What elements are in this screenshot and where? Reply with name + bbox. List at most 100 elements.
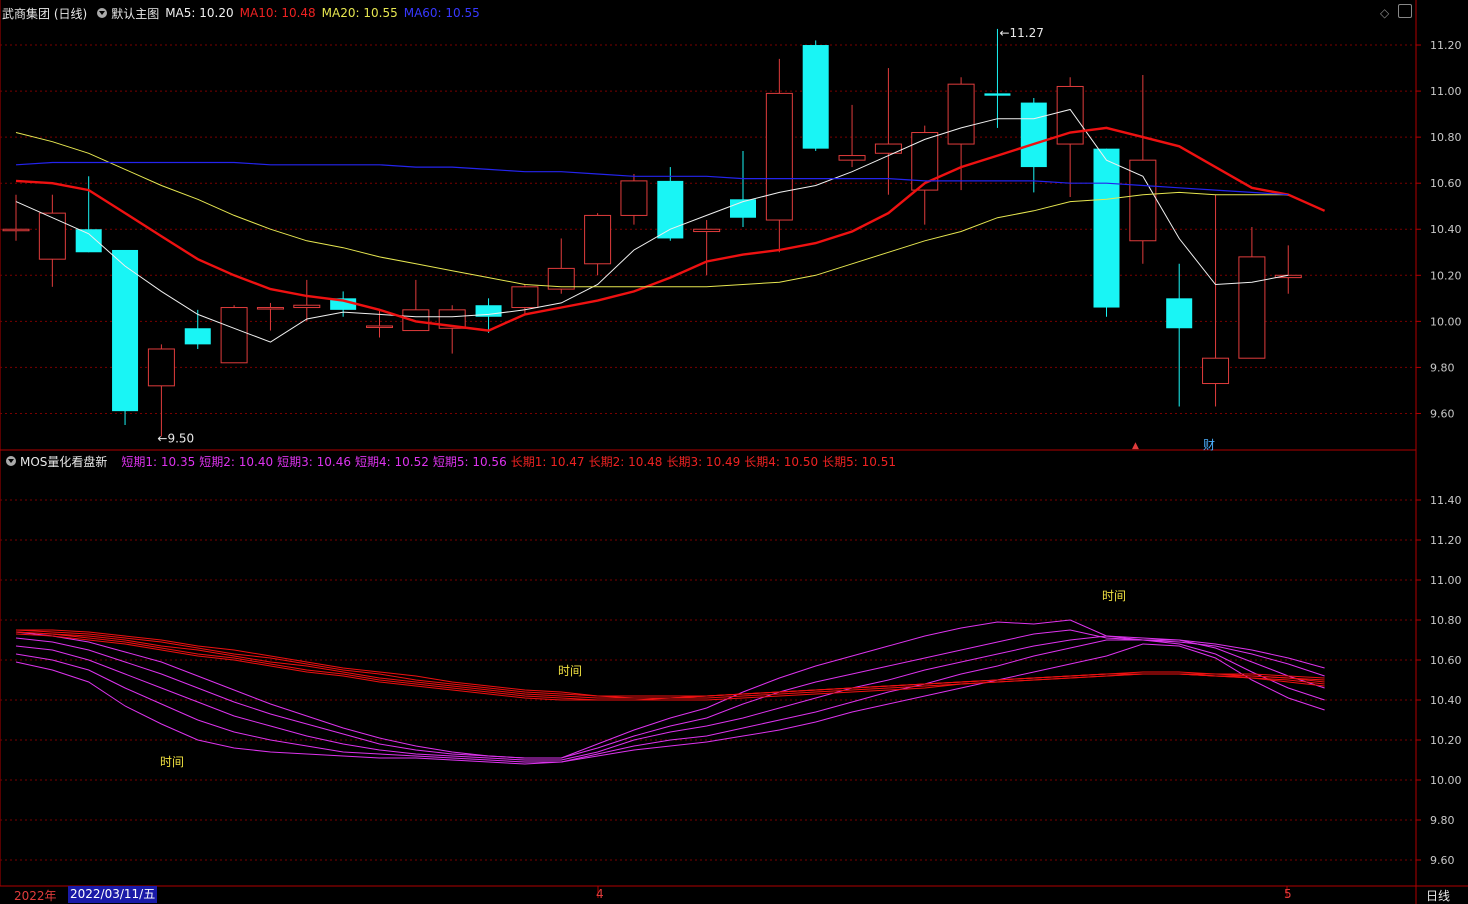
time-signal-label: 时间 (160, 755, 184, 769)
diamond-icon[interactable]: ◇ (1380, 6, 1389, 20)
candle (874, 68, 902, 195)
candle (438, 305, 466, 354)
main-chart-dropdown-icon[interactable] (97, 8, 108, 18)
main-chart-header: 武商集团 (日线) 默认主图 MA5: 10.20 MA10: 10.48 MA… (2, 4, 486, 22)
ma10-value: MA10: 10.48 (239, 6, 316, 20)
candle-body (366, 325, 393, 328)
candle-body (765, 92, 793, 221)
candle (838, 104, 866, 168)
candle-body (838, 155, 866, 161)
up-marker-icon: ▲ (1132, 441, 1139, 451)
long4-value: 长期4: 10.50 (744, 454, 819, 469)
month-label-5: 5 (1284, 887, 1292, 901)
main-chart-label[interactable]: 默认主图 (111, 5, 159, 22)
candle (112, 249, 139, 425)
candle-body (1020, 102, 1047, 168)
candle (693, 220, 721, 276)
indicator-tick-label: 10.60 (1430, 654, 1462, 667)
indicator-line-long (15, 631, 1325, 699)
candle-body (1238, 256, 1266, 359)
time-signal-label: 时间 (1102, 589, 1126, 603)
short5-value: 短期5: 10.56 (432, 454, 507, 469)
candle-body (293, 304, 321, 309)
candle (293, 279, 321, 322)
candle (1274, 245, 1302, 294)
candle-body (2, 228, 30, 232)
stock-name[interactable]: 武商集团 (日线) (2, 5, 87, 22)
time-signal-label: 时间 (558, 664, 582, 678)
price-tick-label: 10.80 (1430, 131, 1462, 144)
candle (220, 305, 248, 364)
long5-value: 长期5: 10.51 (822, 454, 897, 469)
long2-value: 长期2: 10.48 (588, 454, 663, 469)
long1-value: 长期1: 10.47 (510, 454, 585, 469)
candle (38, 194, 66, 287)
short2-value: 短期2: 10.40 (199, 454, 274, 469)
indicator-tick-label: 11.40 (1430, 494, 1462, 507)
indicator-name[interactable]: MOS量化看盘新 (20, 453, 107, 470)
price-tick-label: 10.20 (1430, 269, 1462, 282)
short3-value: 短期3: 10.46 (277, 454, 351, 469)
indicator-line-short (15, 643, 1325, 765)
candle-body (75, 229, 102, 253)
cursor-date-label: 2022/03/11/五 (68, 886, 158, 903)
indicator-line-short (15, 619, 1325, 759)
candle (256, 302, 284, 331)
candle (802, 40, 829, 151)
candle (547, 238, 575, 294)
candle-body (147, 348, 175, 387)
candle-body (657, 180, 684, 239)
candle (730, 150, 756, 227)
candle (765, 58, 793, 253)
indicator-line-long (15, 633, 1325, 701)
period-button[interactable]: 日线 (1426, 887, 1450, 904)
candle-body (256, 307, 284, 310)
indicator-tick-label: 9.80 (1430, 814, 1455, 827)
candle (911, 125, 939, 225)
candle (1202, 194, 1230, 407)
candle-body (1093, 148, 1120, 308)
price-tick-label: 11.00 (1430, 85, 1462, 98)
indicator-dropdown-icon[interactable] (6, 456, 16, 466)
candle (947, 77, 975, 191)
candle (1238, 226, 1266, 359)
indicator-tick-label: 9.60 (1430, 854, 1455, 867)
candle (1129, 74, 1157, 264)
candle-body (1202, 357, 1230, 385)
indicator-tick-label: 10.20 (1430, 734, 1462, 747)
indicator-tick-label: 10.40 (1430, 694, 1462, 707)
month-label-4: 4 (596, 887, 604, 901)
price-tick-label: 11.20 (1430, 39, 1462, 52)
price-tick-label: 9.60 (1430, 407, 1455, 420)
candle-body (693, 228, 721, 233)
indicator-header: MOS量化看盘新 短期1: 10.35 短期2: 10.40 短期3: 10.4… (2, 452, 900, 470)
candle-body (984, 93, 1011, 96)
price-tick-label: 10.60 (1430, 177, 1462, 190)
candle (1166, 263, 1193, 407)
indicator-tick-label: 11.20 (1430, 534, 1462, 547)
short4-value: 短期4: 10.52 (355, 454, 429, 469)
indicator-tick-label: 11.00 (1430, 574, 1462, 587)
candle-body (584, 214, 612, 265)
candle-body (184, 328, 211, 345)
indicator-line-long (15, 631, 1325, 701)
high-price-label: ←11.27 (999, 26, 1043, 40)
candle (1093, 148, 1120, 317)
price-tick-label: 9.80 (1430, 361, 1455, 374)
finance-marker: 财 (1203, 438, 1215, 452)
price-tick-label: 10.00 (1430, 315, 1462, 328)
window-toggle-icon[interactable] (1398, 4, 1412, 18)
price-tick-label: 10.40 (1430, 223, 1462, 236)
ma60-value: MA60: 10.55 (403, 6, 480, 20)
candle-body (620, 180, 648, 216)
candle-body (112, 249, 139, 412)
candle-body (802, 45, 829, 149)
candle-body (38, 212, 66, 260)
candle-body (220, 307, 248, 364)
candle-body (947, 83, 975, 145)
candle-body (1166, 298, 1193, 329)
time-axis: 2022年 2022/03/11/五 4 5 日线 (0, 886, 1468, 904)
ma5-value: MA5: 10.20 (165, 6, 234, 20)
year-label: 2022年 (14, 889, 57, 903)
candle (584, 213, 612, 276)
